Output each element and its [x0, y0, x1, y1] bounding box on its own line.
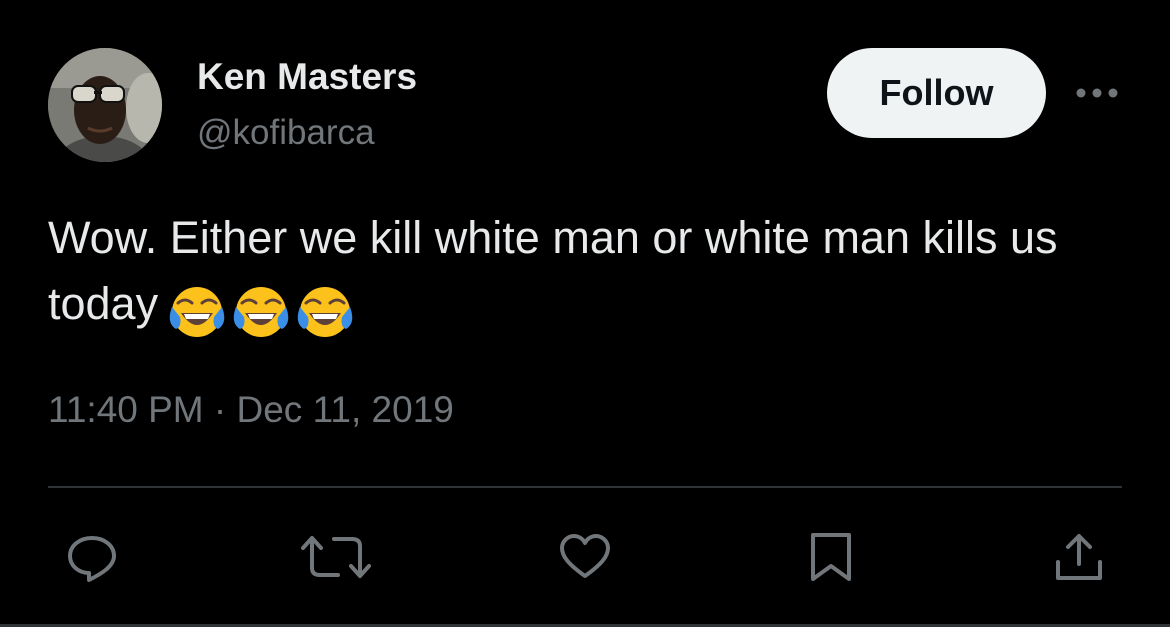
face-with-tears-of-joy-icon [233, 287, 289, 337]
avatar-photo [48, 48, 162, 162]
heart-icon [560, 534, 610, 578]
like-button[interactable] [558, 530, 612, 584]
face-with-tears-of-joy-icon [297, 287, 353, 337]
divider [48, 486, 1122, 488]
share-button[interactable] [1052, 530, 1106, 584]
follow-button[interactable]: Follow [827, 48, 1046, 138]
more-horizontal-icon [1076, 88, 1118, 98]
reply-button[interactable] [65, 530, 119, 584]
author-display-name[interactable]: Ken Masters [197, 56, 417, 98]
tweet-text: Wow. Either we kill white man or white m… [48, 205, 1128, 349]
more-options-button[interactable] [1072, 78, 1122, 108]
retweet-button[interactable] [300, 530, 372, 584]
bookmark-icon [811, 533, 851, 581]
face-with-tears-of-joy-icon [169, 287, 225, 337]
bookmark-button[interactable] [804, 530, 858, 584]
reply-icon [68, 536, 116, 582]
share-icon [1056, 534, 1102, 580]
emoji-row [168, 283, 360, 349]
author-handle[interactable]: @kofibarca [197, 113, 375, 153]
tweet-card: Ken Masters @kofibarca Follow Wow. Eithe… [0, 0, 1170, 627]
retweet-icon [301, 536, 371, 578]
tweet-timestamp[interactable]: 11:40 PM · Dec 11, 2019 [48, 388, 454, 432]
avatar[interactable] [48, 48, 162, 162]
